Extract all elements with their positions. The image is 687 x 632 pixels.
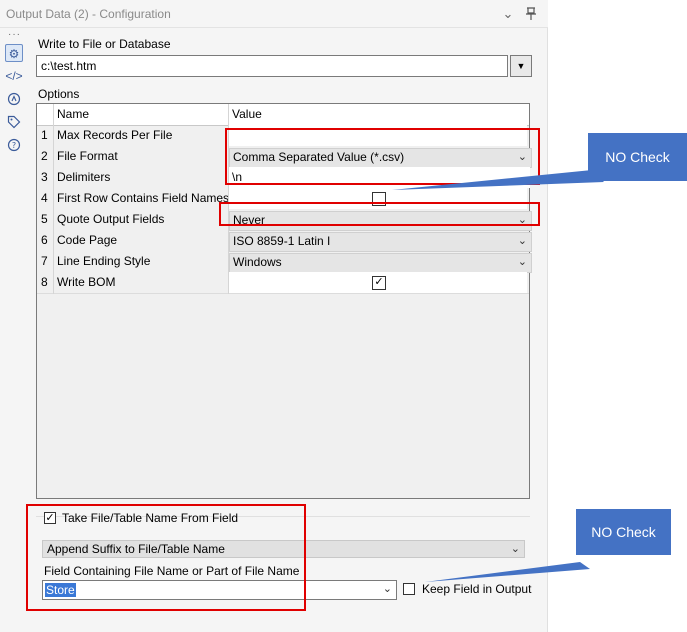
callout-pointer-1 (392, 170, 604, 190)
callout-pointer-2 (425, 562, 590, 582)
callout-no-check-1: NO Check (588, 133, 687, 181)
callout-no-check-2: NO Check (576, 509, 671, 555)
